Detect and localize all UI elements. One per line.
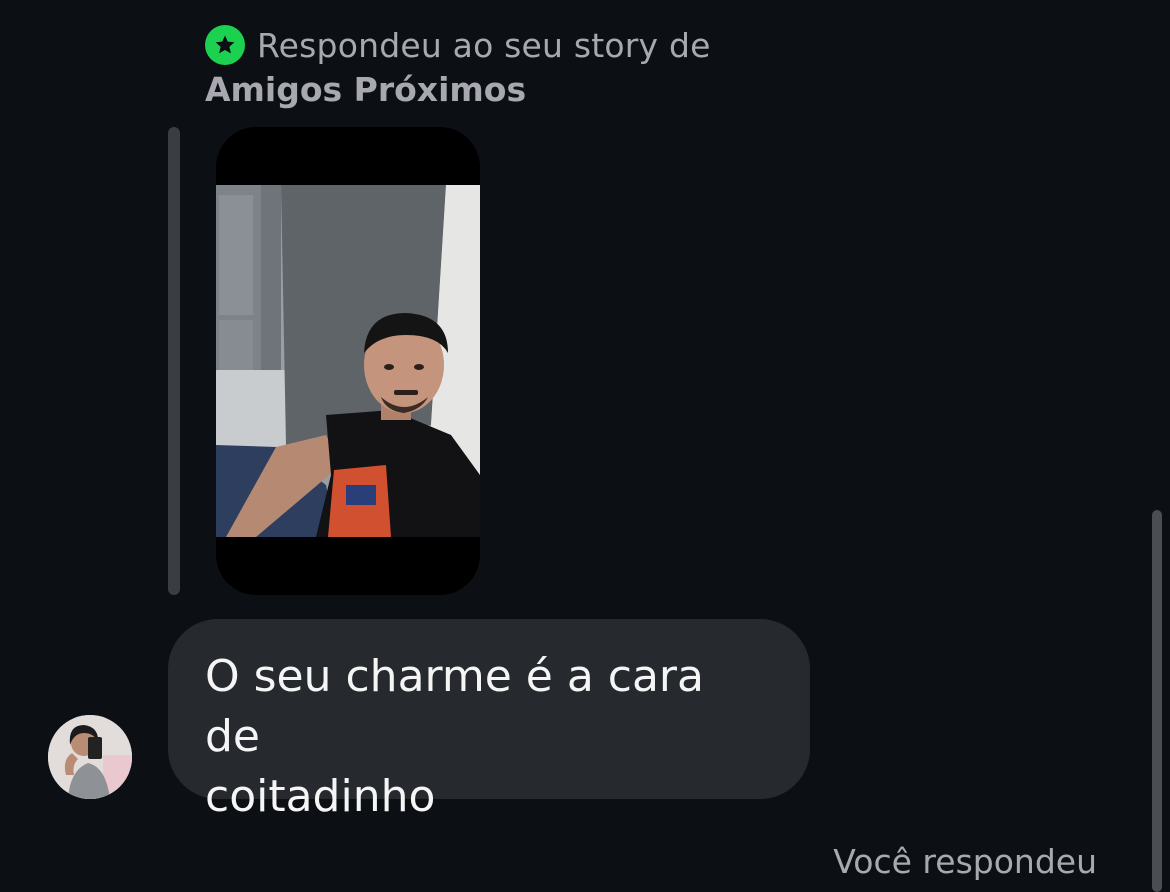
scrollbar[interactable] [1152, 510, 1162, 892]
avatar-icon [48, 715, 132, 799]
star-icon [215, 35, 235, 54]
story-photo [216, 185, 480, 537]
story-reply-header: Respondeu ao seu story de Amigos Próximo… [205, 22, 905, 112]
close-friends-badge [205, 25, 245, 65]
story-reply-line: Respondeu ao seu story de [205, 22, 905, 68]
you-replied-label: Você respondeu [833, 842, 1097, 881]
sender-avatar[interactable] [48, 715, 132, 799]
close-friends-label: Amigos Próximos [205, 70, 527, 109]
quote-bar [168, 127, 180, 595]
message-bubble[interactable]: O seu charme é a cara de coitadinho [168, 619, 810, 822]
chat-screen: Respondeu ao seu story de Amigos Próximo… [0, 0, 1170, 892]
story-preview[interactable] [216, 127, 480, 595]
story-reply-label: Respondeu ao seu story de [257, 25, 711, 65]
message-text: O seu charme é a cara de coitadinho [205, 651, 704, 822]
